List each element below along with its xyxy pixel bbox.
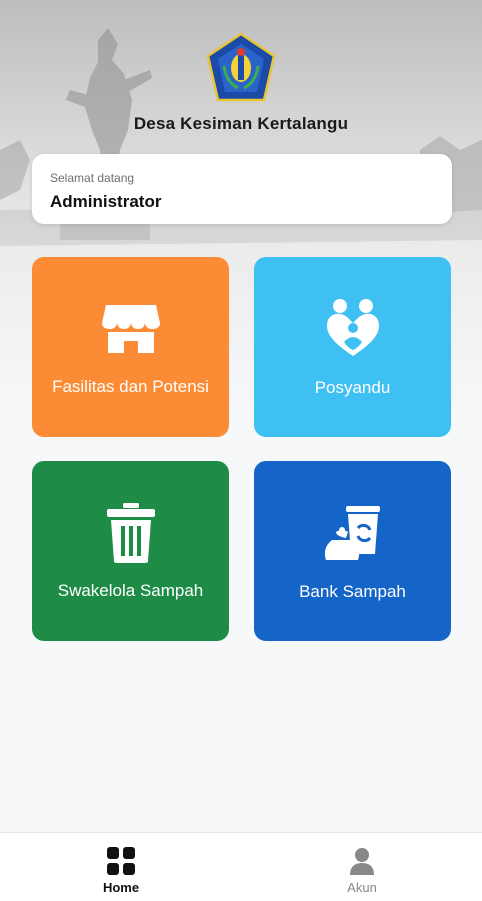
trash-bin-icon xyxy=(106,501,155,565)
store-icon xyxy=(101,297,160,361)
nav-home-label: Home xyxy=(102,880,140,895)
family-care-icon xyxy=(324,296,382,360)
grid-icon xyxy=(107,847,135,875)
menu-tile-swakelola[interactable]: Swakelola Sampah xyxy=(32,461,229,641)
user-name: Administrator xyxy=(50,192,162,211)
nav-home[interactable]: Home xyxy=(61,833,181,901)
menu-tile-label: Bank Sampah xyxy=(299,581,406,601)
menu-tile-posyandu[interactable]: Posyandu xyxy=(254,257,451,437)
menu-tile-fasilitas[interactable]: Fasilitas dan Potensi xyxy=(32,257,229,437)
recycle-bin-icon xyxy=(322,500,384,564)
welcome-card: Selamat datang Administrator xyxy=(32,154,452,224)
person-icon xyxy=(350,848,374,875)
app-title: Desa Kesiman Kertalangu xyxy=(133,114,349,133)
nav-akun[interactable]: Akun xyxy=(302,833,422,901)
menu-tile-label: Fasilitas dan Potensi xyxy=(52,376,209,396)
nav-akun-label: Akun xyxy=(347,880,377,895)
village-emblem-icon xyxy=(204,32,278,104)
bottom-navigation: Home Akun xyxy=(0,832,482,901)
menu-tile-label: Posyandu xyxy=(314,377,391,397)
menu-tile-label: Swakelola Sampah xyxy=(57,580,204,600)
menu-tile-bank-sampah[interactable]: Bank Sampah xyxy=(254,461,451,641)
welcome-greeting: Selamat datang xyxy=(50,171,135,185)
